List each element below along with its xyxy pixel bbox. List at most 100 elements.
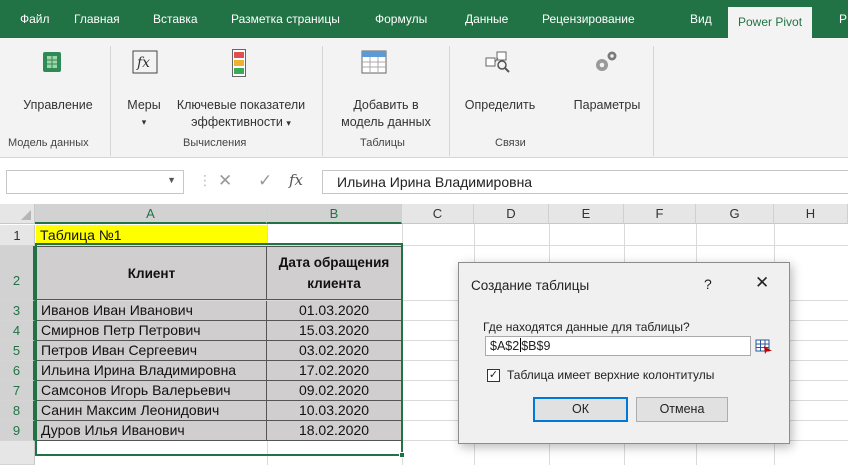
cell-client[interactable]: Иванов Иван Иванович [36, 301, 267, 321]
create-table-dialog: Создание таблицы ? ✕ Где находятся данны… [458, 262, 790, 444]
header-date-line2: клиента [307, 276, 361, 291]
column-header-a[interactable]: A [35, 204, 267, 224]
fx-measures-icon: fx [132, 50, 158, 77]
range-prompt-label: Где находятся данные для таблицы? [483, 320, 690, 334]
column-header-g[interactable]: G [696, 204, 774, 224]
tab-file[interactable]: Файл [20, 0, 50, 38]
select-all-triangle-icon [21, 210, 31, 220]
measures-button[interactable]: Меры [120, 97, 168, 114]
cell-date[interactable]: 01.03.2020 [267, 301, 402, 321]
group-label-relationships: Связи [495, 137, 526, 149]
manage-data-model-icon [40, 50, 64, 77]
ok-button[interactable]: ОК [533, 397, 628, 422]
row-header-3[interactable]: 3 [0, 301, 35, 321]
headers-checkbox-label[interactable]: Таблица имеет верхние колонтитулы [507, 368, 714, 382]
cell-date[interactable]: 15.03.2020 [267, 321, 402, 341]
cell-date[interactable]: 09.02.2020 [267, 381, 402, 401]
excel-window: Файл Главная Вставка Разметка страницы Ф… [0, 0, 848, 465]
detect-button[interactable]: Определить [455, 97, 545, 114]
collapse-dialog-range-icon[interactable] [755, 338, 773, 354]
ribbon: Управление fx Меры ▾ Ключевые показатели… [0, 38, 848, 158]
add-to-data-model-icon [361, 50, 387, 77]
tab-power-pivot[interactable]: Power Pivot [728, 7, 813, 38]
column-header-e[interactable]: E [549, 204, 624, 224]
cell-date[interactable]: 17.02.2020 [267, 361, 402, 381]
range-text-end: $B$9 [521, 339, 551, 353]
cell-client[interactable]: Санин Максим Леонидович [36, 401, 267, 421]
kpi-dropdown-icon: ▾ [286, 118, 291, 128]
help-icon[interactable]: ? [704, 276, 712, 292]
kpi-label-line2: эффективности ▾ [168, 114, 314, 132]
kpi-label-text: эффективности [191, 115, 283, 129]
column-header-h[interactable]: H [774, 204, 848, 224]
range-text-start: $A$2 [490, 339, 520, 353]
group-label-calculations: Вычисления [183, 137, 247, 149]
measures-dropdown-icon[interactable]: ▾ [137, 114, 151, 131]
insert-function-icon[interactable]: fx [289, 171, 303, 189]
tab-insert[interactable]: Вставка [153, 0, 198, 38]
tab-overflow[interactable]: Р [839, 0, 847, 38]
cell-client[interactable]: Смирнов Петр Петрович [36, 321, 267, 341]
row-header-7[interactable]: 7 [0, 381, 35, 401]
select-all-corner[interactable] [0, 204, 35, 224]
row-header-10[interactable] [0, 441, 35, 465]
range-input[interactable]: $A$2 $B$9 [485, 336, 751, 356]
cell-date[interactable]: 03.02.2020 [267, 341, 402, 361]
tab-formulas[interactable]: Формулы [375, 0, 427, 38]
headers-checkbox[interactable]: ✓ [487, 369, 500, 382]
kpi-button[interactable]: Ключевые показатели эффективности ▾ [168, 97, 314, 132]
name-box[interactable]: ▼ [6, 170, 184, 194]
cell-a1-title[interactable]: Таблица №1 [36, 225, 267, 245]
tab-review[interactable]: Рецензирование [542, 0, 635, 38]
row-header-8[interactable]: 8 [0, 401, 35, 421]
row-header-4[interactable]: 4 [0, 321, 35, 341]
group-label-tables: Таблицы [360, 137, 405, 149]
svg-text:fx: fx [136, 55, 150, 71]
formula-input[interactable]: Ильина Ирина Владимировна [322, 170, 848, 194]
settings-gears-icon [593, 49, 619, 78]
row-header-9[interactable]: 9 [0, 421, 35, 441]
ribbon-group-separator [449, 46, 450, 156]
tab-data[interactable]: Данные [465, 0, 508, 38]
formula-bar-grip-icon: ⋮ [198, 172, 212, 188]
close-icon[interactable]: ✕ [755, 273, 769, 293]
tab-view[interactable]: Вид [690, 0, 712, 38]
ribbon-tab-bar: Файл Главная Вставка Разметка страницы Ф… [0, 0, 848, 38]
cell-date[interactable]: 10.03.2020 [267, 401, 402, 421]
column-header-f[interactable]: F [624, 204, 696, 224]
confirm-entry-icon[interactable]: ✓ [258, 171, 272, 191]
cancel-entry-icon[interactable]: ✕ [218, 171, 232, 191]
fill-handle[interactable] [399, 452, 405, 458]
row-header-2[interactable]: 2 [0, 246, 35, 301]
name-box-dropdown-icon[interactable]: ▼ [167, 175, 176, 185]
kpi-icon [232, 49, 246, 80]
tab-home[interactable]: Главная [74, 0, 120, 38]
cell-date[interactable]: 18.02.2020 [267, 421, 402, 441]
detect-relationships-icon [485, 50, 511, 77]
column-header-d[interactable]: D [474, 204, 549, 224]
add-to-model-button[interactable]: Добавить в модель данных [328, 97, 444, 131]
cell-client[interactable]: Петров Иван Сергеевич [36, 341, 267, 361]
ribbon-group-separator [653, 46, 654, 156]
row-header-6[interactable]: 6 [0, 361, 35, 381]
row-header-5[interactable]: 5 [0, 341, 35, 361]
header-date-line1: Дата обращения [278, 255, 390, 270]
cell-a2-header-client[interactable]: Клиент [36, 246, 267, 300]
dialog-title: Создание таблицы [471, 278, 590, 293]
column-header-c[interactable]: C [402, 204, 474, 224]
formula-bar: ▼ ⋮ ✕ ✓ fx Ильина Ирина Владимировна [0, 158, 848, 199]
manage-button[interactable]: Управление [12, 97, 104, 114]
cell-client[interactable]: Дуров Илья Иванович [36, 421, 267, 441]
cancel-button[interactable]: Отмена [636, 397, 728, 422]
ribbon-group-separator [110, 46, 111, 156]
column-header-b[interactable]: B [267, 204, 402, 224]
tab-page-layout[interactable]: Разметка страницы [231, 0, 340, 38]
cell-client[interactable]: Ильина Ирина Владимировна [36, 361, 267, 381]
ribbon-group-separator [322, 46, 323, 156]
add-label-line2: модель данных [341, 115, 431, 129]
cell-client[interactable]: Самсонов Игорь Валерьевич [36, 381, 267, 401]
settings-button[interactable]: Параметры [560, 97, 654, 114]
kpi-label-line1: Ключевые показатели [176, 98, 306, 112]
row-header-1[interactable]: 1 [0, 225, 35, 246]
cell-b2-header-date[interactable]: Дата обращения клиента [267, 246, 402, 300]
